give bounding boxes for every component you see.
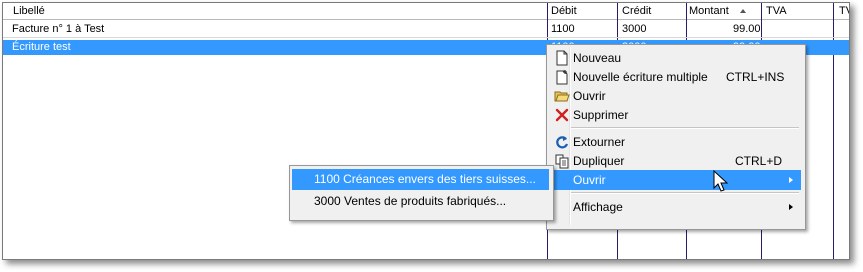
cell-debit: 1100 xyxy=(551,23,575,35)
menu-item-ouvrir[interactable]: Ouvrir xyxy=(549,86,801,106)
menu-item-label: Extourner xyxy=(573,135,626,149)
ouvrir-submenu: 1100 Créances envers des tiers suisses..… xyxy=(289,165,554,221)
column-header-tva[interactable]: TVA xyxy=(766,5,787,17)
new-multiple-entry-icon xyxy=(554,69,570,85)
menu-item-dupliquer[interactable]: Dupliquer CTRL+D xyxy=(549,151,801,171)
menu-item-label: Ouvrir xyxy=(573,173,606,187)
duplicate-icon xyxy=(554,153,570,169)
menu-item-label: Affichage xyxy=(573,200,623,214)
open-folder-icon xyxy=(554,88,570,104)
mouse-pointer-icon xyxy=(713,170,729,192)
menu-item-nouveau[interactable]: Nouveau xyxy=(549,48,801,68)
menu-item-ouvrir-submenu[interactable]: Ouvrir xyxy=(549,170,801,190)
column-header-row: Libellé Débit Crédit Montant TVA TV xyxy=(3,3,849,20)
reverse-arrow-icon xyxy=(554,134,570,150)
submenu-item-account-3000[interactable]: 3000 Ventes de produits fabriqués... xyxy=(292,191,549,212)
menu-item-affichage[interactable]: Affichage xyxy=(549,197,801,217)
submenu-item-label: 3000 Ventes de produits fabriqués... xyxy=(314,194,507,208)
table-row[interactable]: Facture n° 1 à Test 1100 3000 99.00 xyxy=(3,22,849,37)
column-header-credit[interactable]: Crédit xyxy=(622,5,651,17)
menu-item-label: Ouvrir xyxy=(573,89,606,103)
submenu-item-account-1100[interactable]: 1100 Créances envers des tiers suisses..… xyxy=(292,169,549,190)
menu-item-nouvelle-ecriture-multiple[interactable]: Nouvelle écriture multiple CTRL+INS xyxy=(549,67,801,87)
row-divider xyxy=(3,37,849,38)
column-header-montant[interactable]: Montant xyxy=(689,5,729,17)
menu-item-label: Nouvelle écriture multiple xyxy=(573,70,708,84)
sort-ascending-icon xyxy=(740,9,746,13)
cell-montant: 99.00 xyxy=(733,23,761,35)
new-document-icon xyxy=(554,50,570,66)
cell-credit: 3000 xyxy=(622,23,647,35)
cell-libelle: Facture n° 1 à Test xyxy=(12,23,105,35)
menu-item-label: Dupliquer xyxy=(573,154,625,168)
menu-shortcut: CTRL+D xyxy=(735,154,783,168)
column-header-debit[interactable]: Débit xyxy=(551,5,577,17)
menu-separator xyxy=(571,127,799,129)
delete-x-icon xyxy=(554,107,570,123)
context-menu: Nouveau Nouvelle écriture multiple CTRL+… xyxy=(546,44,806,230)
menu-shortcut: CTRL+INS xyxy=(726,70,785,84)
submenu-arrow-icon xyxy=(789,177,793,183)
menu-separator xyxy=(571,192,799,194)
submenu-arrow-icon xyxy=(789,204,793,210)
menu-item-label: Nouveau xyxy=(573,51,622,65)
column-header-libelle[interactable]: Libellé xyxy=(13,5,45,17)
menu-item-supprimer[interactable]: Supprimer xyxy=(549,105,801,125)
submenu-item-label: 1100 Créances envers des tiers suisses..… xyxy=(314,172,536,186)
column-header-tva-2[interactable]: TV xyxy=(839,5,849,17)
menu-item-label: Supprimer xyxy=(573,108,629,122)
menu-item-extourner[interactable]: Extourner xyxy=(549,132,801,152)
cell-libelle: Écriture test xyxy=(12,41,71,53)
